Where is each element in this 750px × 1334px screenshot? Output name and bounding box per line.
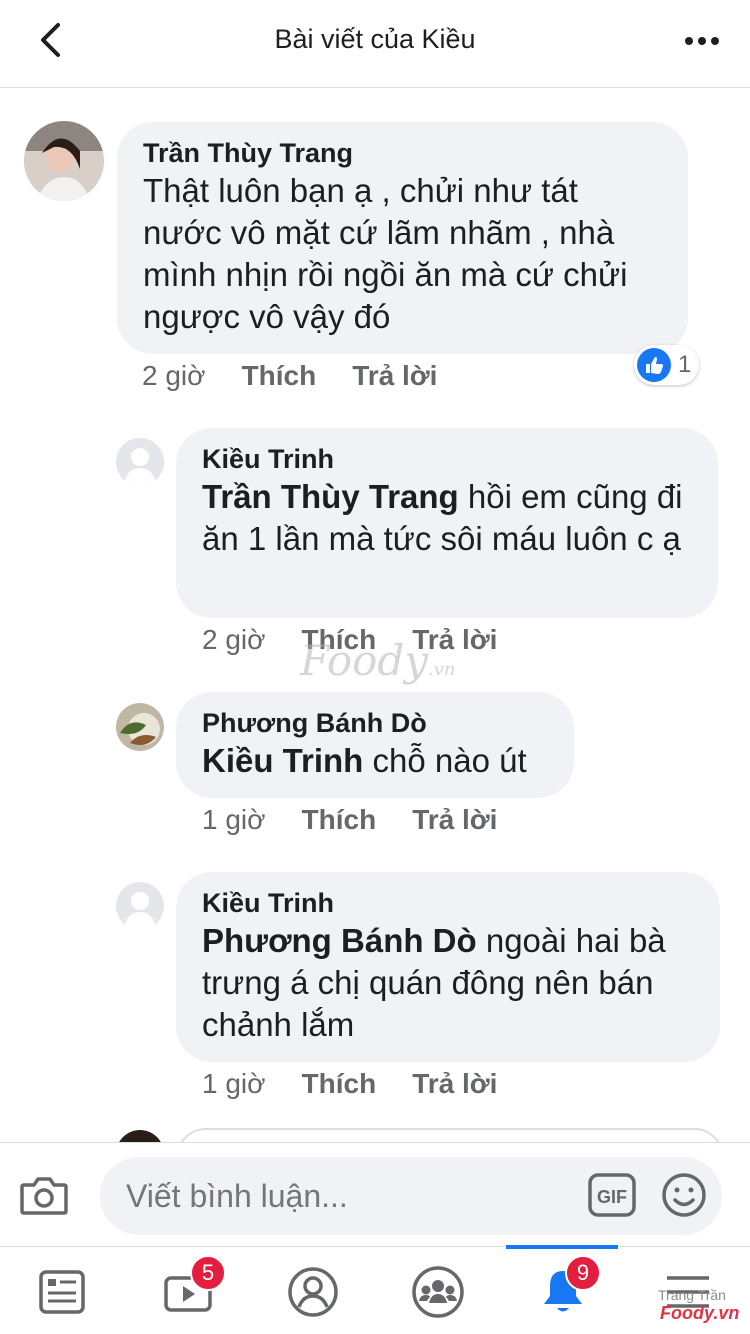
profile-icon [288, 1267, 338, 1317]
reply-button[interactable]: Trả lời [412, 804, 497, 836]
emoji-button[interactable] [660, 1171, 708, 1219]
smiley-icon [662, 1173, 706, 1217]
reaction-summary[interactable]: 1 [634, 345, 700, 385]
comment-body: Thật luôn bạn ạ , chửi như tát nước vô m… [143, 172, 628, 335]
comment-actions: 1 giờ Thích Trả lời [202, 1068, 533, 1100]
tab-groups[interactable] [388, 1257, 488, 1327]
camera-button[interactable] [18, 1169, 70, 1221]
comment-body: chỗ nào út [363, 742, 527, 779]
tab-watch[interactable]: 5 [138, 1255, 238, 1327]
more-dots-icon [685, 37, 719, 45]
comment-time[interactable]: 1 giờ [202, 1068, 266, 1100]
tab-news-feed[interactable] [12, 1257, 112, 1327]
comment-author[interactable]: Trần Thùy Trang [143, 136, 662, 170]
avatar[interactable] [116, 703, 164, 751]
comment-text: Phương Bánh Dò ngoài hai bà trưng á chị … [202, 920, 694, 1046]
comment-time[interactable]: 2 giờ [202, 624, 266, 656]
overlay-user-label: Trang Trần [658, 1287, 726, 1303]
tab-profile[interactable] [263, 1257, 363, 1327]
gif-button[interactable]: GIF [588, 1171, 636, 1219]
mention-link[interactable]: Kiều Trinh [202, 742, 363, 779]
avatar[interactable] [116, 882, 164, 930]
avatar[interactable] [24, 121, 104, 201]
like-reaction-icon [637, 348, 671, 382]
like-button[interactable]: Thích [242, 360, 317, 392]
overlay-brand-label: Foody.vn [660, 1303, 740, 1323]
comment-author[interactable]: Kiều Trinh [202, 886, 694, 920]
comment-actions: 2 giờ Thích Trả lời [142, 360, 473, 392]
reply-button[interactable]: Trả lời [352, 360, 437, 392]
watermark-brand: Foody [300, 636, 429, 685]
top-bar: Bài viết của Kiều [0, 0, 750, 88]
comment-author[interactable]: Kiều Trinh [202, 442, 692, 476]
comment-bubble: Trần Thùy Trang Thật luôn bạn ạ , chửi n… [117, 122, 688, 354]
gif-label: GIF [597, 1187, 627, 1207]
more-options-button[interactable] [682, 26, 722, 56]
comment-time[interactable]: 1 giờ [202, 804, 266, 836]
mention-link[interactable]: Trần Thùy Trang [202, 478, 459, 515]
groups-icon [412, 1266, 464, 1318]
default-profile-icon [116, 438, 164, 486]
comment-composer: GIF [0, 1142, 750, 1246]
comment-actions: 1 giờ Thích Trả lời [202, 804, 533, 836]
like-button[interactable]: Thích [302, 804, 377, 836]
comment-bubble: Phương Bánh Dò Kiều Trinh chỗ nào út [176, 692, 574, 798]
watermark: Foody.vn [300, 636, 456, 685]
news-feed-icon [39, 1270, 85, 1314]
page-title: Bài viết của Kiều [274, 24, 476, 54]
comment-bubble: Kiều Trinh Trần Thùy Trang hồi em cũng đ… [176, 428, 718, 618]
gif-icon: GIF [588, 1173, 636, 1217]
camera-icon [20, 1177, 68, 1215]
notifications-badge: 9 [565, 1255, 601, 1291]
comment-author[interactable]: Phương Bánh Dò [202, 706, 548, 740]
reply-button[interactable]: Trả lời [412, 1068, 497, 1100]
comment-text: Kiều Trinh chỗ nào út [202, 740, 548, 782]
comment-time[interactable]: 2 giờ [142, 360, 206, 392]
mention-link[interactable]: Phương Bánh Dò [202, 922, 477, 959]
reaction-count: 1 [678, 351, 692, 378]
watermark-suffix: .vn [428, 659, 456, 680]
comment-bubble: Kiều Trinh Phương Bánh Dò ngoài hai bà t… [176, 872, 720, 1062]
next-comment-peek [116, 1128, 726, 1142]
bottom-tab-bar: 5 9 Trang Trần Foody.vn [0, 1245, 750, 1334]
active-tab-indicator [506, 1245, 618, 1249]
watch-badge: 5 [190, 1255, 226, 1291]
avatar[interactable] [116, 438, 164, 486]
default-profile-icon [116, 882, 164, 930]
tab-notifications[interactable]: 9 [513, 1255, 613, 1327]
comment-text: Trần Thùy Trang hồi em cũng đi ăn 1 lần … [202, 476, 692, 560]
comment-text: Thật luôn bạn ạ , chửi như tát nước vô m… [143, 170, 662, 338]
like-button[interactable]: Thích [302, 1068, 377, 1100]
